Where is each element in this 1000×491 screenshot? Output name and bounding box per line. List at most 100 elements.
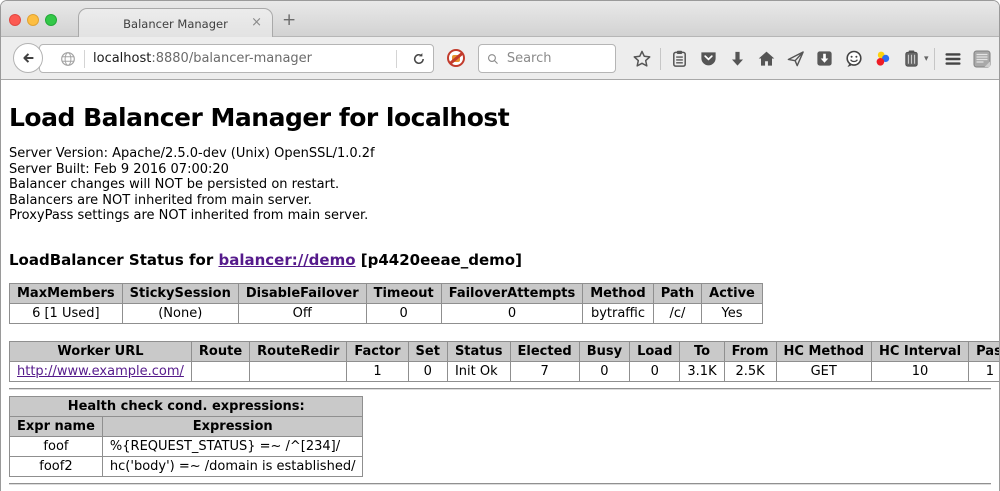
loadbalancer-status-heading: LoadBalancer Status for balancer://demo … [9, 251, 991, 269]
pocket-button[interactable] [697, 47, 721, 71]
home-button[interactable] [755, 47, 779, 71]
toolbar-separator [934, 48, 935, 70]
reading-list-button[interactable] [668, 47, 692, 71]
close-window-button[interactable] [9, 14, 21, 26]
extension-colored-dots-button[interactable] [871, 47, 895, 71]
table-cell: bytraffic [583, 303, 653, 323]
table-header-row: Worker URL Route RouteRedir Factor Set S… [10, 341, 1000, 361]
column-header: Elected [510, 341, 579, 361]
section-divider [9, 483, 991, 485]
worker-url-link[interactable]: http://www.example.com/ [17, 364, 184, 379]
url-bar[interactable]: localhost:8880/balancer-manager [39, 44, 434, 73]
status-prefix: LoadBalancer Status for [9, 251, 218, 269]
table-cell: hc('body') =~ /domain is established/ [102, 456, 363, 476]
url-host: localhost [93, 51, 151, 66]
url-text[interactable]: localhost:8880/balancer-manager [93, 51, 388, 66]
menu-button[interactable] [941, 47, 965, 71]
server-info: Server Version: Apache/2.5.0-dev (Unix) … [9, 146, 991, 224]
box-download-icon [815, 49, 834, 68]
page-title: Load Balancer Manager for localhost [9, 103, 991, 132]
column-header: Active [702, 283, 763, 303]
column-header: To [680, 341, 724, 361]
column-header: Method [583, 283, 653, 303]
extension-video-download-button[interactable] [813, 47, 837, 71]
notes-grid-icon [972, 49, 992, 69]
column-header: HC Interval [871, 341, 968, 361]
health-check-table: Health check cond. expressions: Expr nam… [9, 396, 363, 477]
download-arrow-icon [728, 49, 747, 68]
column-header: Worker URL [10, 341, 192, 361]
search-bar[interactable] [478, 44, 616, 73]
table-row: foof %{REQUEST_STATUS} =~ /^[234]/ [10, 436, 363, 456]
pocket-icon [699, 49, 718, 68]
back-button[interactable] [13, 43, 43, 73]
page-content: Load Balancer Manager for localhost Serv… [1, 80, 999, 491]
column-header: Load [630, 341, 680, 361]
bookmark-star-icon [632, 49, 652, 69]
table-cell: /c/ [653, 303, 701, 323]
search-input[interactable] [505, 50, 607, 67]
back-arrow-icon [19, 49, 37, 67]
table-cell: 1 (0) [969, 361, 1000, 381]
downloads-button[interactable] [726, 47, 750, 71]
worker-row: http://www.example.com/ 1 0 Init Ok 7 0 … [10, 361, 1000, 381]
search-icon [487, 52, 499, 66]
column-header: Expr name [10, 416, 103, 436]
send-tab-button[interactable] [784, 47, 808, 71]
smiley-chat-icon [844, 49, 864, 69]
column-header: From [724, 341, 776, 361]
server-built-line: Server Built: Feb 9 2016 07:00:20 [9, 162, 991, 178]
column-header: MaxMembers [10, 283, 123, 303]
column-header: Timeout [366, 283, 441, 303]
table-cell: GET [776, 361, 871, 381]
balancer-demo-link[interactable]: balancer://demo [218, 251, 355, 269]
proxypass-notice-line: ProxyPass settings are NOT inherited fro… [9, 208, 991, 224]
table-cell [191, 361, 249, 381]
reload-button[interactable] [407, 47, 431, 71]
colored-dots-icon [873, 49, 893, 69]
new-tab-button[interactable]: + [282, 10, 296, 30]
hamburger-icon [943, 49, 963, 69]
worker-status-table: Worker URL Route RouteRedir Factor Set S… [9, 341, 1000, 382]
extension-container-button[interactable] [900, 47, 924, 71]
column-header: Factor [347, 341, 408, 361]
plugin-blocked-icon[interactable] [447, 49, 465, 67]
navigation-toolbar: localhost:8880/balancer-manager [1, 37, 999, 80]
extension-chat-button[interactable] [842, 47, 866, 71]
tab-balancer-manager[interactable]: Balancer Manager × [78, 8, 273, 38]
column-header: FailoverAttempts [441, 283, 583, 303]
table-row: foof2 hc('body') =~ /domain is establish… [10, 456, 363, 476]
table-cell [250, 361, 347, 381]
table-cell: 2.5K [724, 361, 776, 381]
table-cell: %{REQUEST_STATUS} =~ /^[234]/ [102, 436, 363, 456]
overflow-caret-icon[interactable]: ▾ [924, 54, 929, 64]
bookmark-star-button[interactable] [630, 47, 654, 71]
zoom-window-button[interactable] [45, 14, 57, 26]
home-icon [757, 49, 776, 68]
column-header: Passes [969, 341, 1000, 361]
status-suffix: [p4420eeae_demo] [356, 251, 522, 269]
table-cell: 0 [441, 303, 583, 323]
clipboard-icon [670, 49, 689, 68]
table-cell: 0 [366, 303, 441, 323]
table-header-row: Expr name Expression [10, 416, 363, 436]
extension-notes-button[interactable] [970, 47, 994, 71]
tab-close-icon[interactable]: × [251, 16, 262, 30]
url-path: :8880/balancer-manager [151, 51, 312, 66]
toolbar-separator [660, 48, 661, 70]
column-header: StickySession [122, 283, 238, 303]
table-cell: 6 [1 Used] [10, 303, 123, 323]
table-cell: foof [10, 436, 103, 456]
tab-title: Balancer Manager [123, 17, 228, 31]
titlebar: Balancer Manager × + [1, 1, 999, 37]
browser-window: Balancer Manager × + localhost:8880/bala… [0, 0, 1000, 491]
table-header-row: MaxMembers StickySession DisableFailover… [10, 283, 763, 303]
table-header-row: Health check cond. expressions: [10, 396, 363, 416]
minimize-window-button[interactable] [27, 14, 39, 26]
table-cell: 0 [408, 361, 447, 381]
table-cell: Init Ok [447, 361, 510, 381]
container-icon [902, 49, 921, 68]
table-cell: 1 [347, 361, 408, 381]
paper-plane-icon [786, 49, 805, 68]
table-cell: (None) [122, 303, 238, 323]
